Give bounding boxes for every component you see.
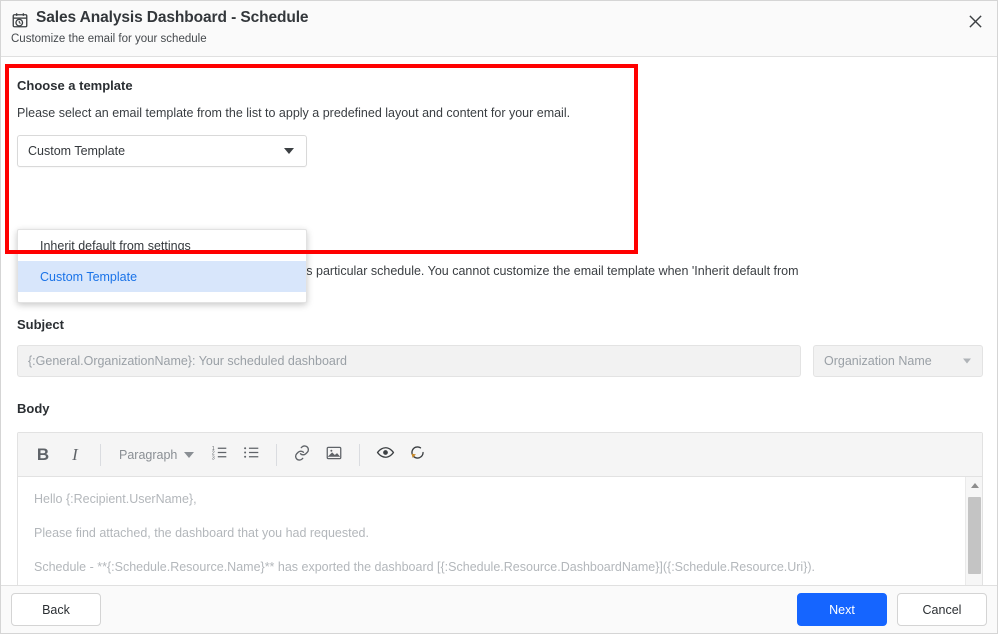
scrollbar-thumb[interactable] bbox=[968, 497, 981, 574]
back-button[interactable]: Back bbox=[11, 593, 101, 626]
paragraph-style-select[interactable]: Paragraph bbox=[111, 440, 202, 470]
insert-link-button[interactable] bbox=[287, 440, 317, 470]
scroll-up-arrow-icon bbox=[971, 483, 979, 488]
link-icon bbox=[293, 444, 311, 466]
dialog-subtitle: Customize the email for your schedule bbox=[11, 32, 985, 46]
body-scrollbar[interactable] bbox=[965, 477, 982, 585]
choose-template-section: Choose a template Please select an email… bbox=[17, 78, 977, 167]
unordered-list-icon bbox=[243, 444, 260, 465]
insert-image-button[interactable] bbox=[319, 440, 349, 470]
dialog-footer: Back Next Cancel bbox=[1, 585, 997, 633]
dropdown-option-inherit-default[interactable]: Inherit default from settings bbox=[18, 230, 306, 261]
body-line: Please find attached, the dashboard that… bbox=[34, 525, 966, 541]
preview-button[interactable] bbox=[370, 440, 400, 470]
subject-token-select[interactable]: Organization Name bbox=[813, 345, 983, 377]
editor-toolbar: B I Paragraph 1 2 3 bbox=[18, 433, 982, 477]
template-dropdown-menu[interactable]: Inherit default from settings Custom Tem… bbox=[17, 229, 307, 303]
italic-button[interactable]: I bbox=[60, 440, 90, 470]
toolbar-divider bbox=[276, 444, 277, 466]
calendar-clock-icon bbox=[11, 11, 29, 29]
next-button[interactable]: Next bbox=[797, 593, 887, 626]
dialog-content: Choose a template Please select an email… bbox=[1, 57, 997, 585]
cancel-button[interactable]: Cancel bbox=[897, 593, 987, 626]
reset-template-button[interactable] bbox=[402, 440, 432, 470]
scroll-up-button[interactable] bbox=[966, 477, 982, 494]
choose-template-heading: Choose a template bbox=[17, 78, 977, 93]
template-select[interactable]: Custom Template bbox=[17, 135, 307, 167]
subject-input[interactable] bbox=[17, 345, 801, 377]
page-title: Sales Analysis Dashboard - Schedule bbox=[36, 9, 308, 27]
svg-text:3: 3 bbox=[212, 455, 215, 461]
subject-row: Organization Name bbox=[17, 345, 983, 377]
close-button[interactable] bbox=[963, 11, 987, 35]
dropdown-option-custom-template[interactable]: Custom Template bbox=[18, 261, 306, 292]
eye-preview-icon bbox=[376, 443, 395, 466]
unordered-list-button[interactable] bbox=[236, 440, 266, 470]
body-text-area[interactable]: Hello {:Recipient.UserName}, Please find… bbox=[18, 477, 982, 585]
subject-token-select-value: Organization Name bbox=[824, 354, 932, 368]
toolbar-divider bbox=[359, 444, 360, 466]
close-icon bbox=[968, 14, 983, 32]
bold-button[interactable]: B bbox=[28, 440, 58, 470]
choose-template-description: Please select an email template from the… bbox=[17, 105, 977, 121]
chevron-down-icon bbox=[184, 452, 194, 458]
body-editor: B I Paragraph 1 2 3 bbox=[17, 432, 983, 585]
dialog-header: Sales Analysis Dashboard - Schedule Cust… bbox=[1, 1, 997, 57]
chevron-down-icon bbox=[284, 148, 294, 154]
dialog-title-row: Sales Analysis Dashboard - Schedule bbox=[11, 9, 985, 29]
reset-arrow-icon bbox=[408, 443, 427, 466]
paragraph-style-label: Paragraph bbox=[119, 448, 177, 462]
chevron-down-icon bbox=[963, 359, 971, 364]
template-select-value: Custom Template bbox=[28, 144, 125, 158]
body-line: Hello {:Recipient.UserName}, bbox=[34, 491, 966, 507]
toolbar-divider bbox=[100, 444, 101, 466]
body-label: Body bbox=[17, 401, 50, 416]
image-icon bbox=[325, 444, 343, 466]
subject-label: Subject bbox=[17, 317, 64, 332]
body-line: Schedule - **{:Schedule.Resource.Name}**… bbox=[34, 559, 966, 575]
ordered-list-button[interactable]: 1 2 3 bbox=[204, 440, 234, 470]
ordered-list-icon: 1 2 3 bbox=[211, 444, 228, 465]
schedule-email-dialog: Sales Analysis Dashboard - Schedule Cust… bbox=[0, 0, 998, 634]
